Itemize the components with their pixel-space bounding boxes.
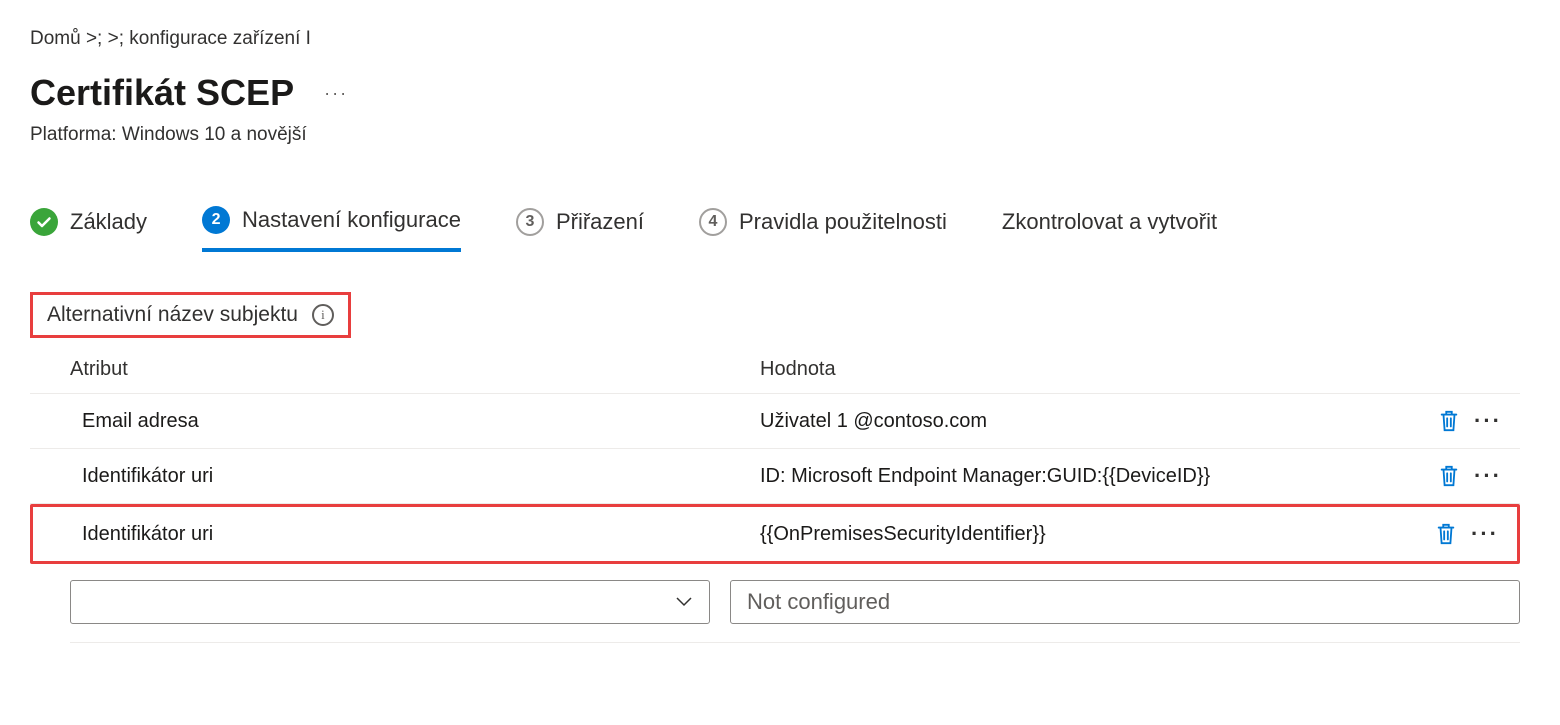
cell-attribute: Identifikátor uri [82, 523, 760, 546]
breadcrumb[interactable]: Domů >; >; konfigurace zařízení I [30, 28, 1530, 50]
step-number: 4 [699, 208, 727, 236]
step-applicability[interactable]: 4 Pravidla použitelnosti [699, 208, 947, 250]
table-header: Atribut Hodnota [30, 348, 1520, 394]
trash-icon[interactable] [1438, 463, 1460, 489]
trash-icon[interactable] [1438, 408, 1460, 434]
more-icon[interactable]: ··· [1471, 521, 1499, 547]
table-row: Email adresa Uživatel 1 @contoso.com ··· [30, 394, 1520, 449]
cell-value: ID: Microsoft Endpoint Manager:GUID:{{De… [760, 465, 1438, 488]
section-header-san: Alternativní název subjektu i [30, 292, 351, 338]
cell-attribute: Identifikátor uri [82, 465, 760, 488]
info-icon[interactable]: i [312, 304, 334, 326]
new-row [30, 580, 1520, 624]
page-title: Certifikát SCEP [30, 72, 294, 114]
platform-subtitle: Platforma: Windows 10 a novější [30, 124, 1530, 146]
col-header-value: Hodnota [760, 358, 1520, 381]
cell-value: {{OnPremisesSecurityIdentifier}} [760, 523, 1435, 546]
cell-value: Uživatel 1 @contoso.com [760, 410, 1438, 433]
check-icon [30, 208, 58, 236]
attribute-dropdown[interactable] [70, 580, 710, 624]
step-label: Nastavení konfigurace [242, 207, 461, 233]
table-row: Identifikátor uri ID: Microsoft Endpoint… [30, 449, 1520, 504]
step-label: Pravidla použitelnosti [739, 209, 947, 235]
step-configuration[interactable]: 2 Nastavení konfigurace [202, 206, 461, 252]
step-number: 3 [516, 208, 544, 236]
step-label: Základy [70, 209, 147, 235]
step-number: 2 [202, 206, 230, 234]
chevron-down-icon [675, 592, 693, 613]
san-table: Atribut Hodnota Email adresa Uživatel 1 … [30, 348, 1520, 643]
section-header-text: Alternativní název subjektu [47, 303, 298, 327]
more-icon[interactable]: ··· [1474, 463, 1502, 489]
divider [70, 642, 1520, 643]
cell-attribute: Email adresa [82, 410, 760, 433]
table-row: Identifikátor uri {{OnPremisesSecurityId… [30, 504, 1520, 564]
wizard-steps: Základy 2 Nastavení konfigurace 3 Přiřaz… [30, 206, 1530, 252]
step-label: Přiřazení [556, 209, 644, 235]
value-input[interactable] [730, 580, 1520, 624]
trash-icon[interactable] [1435, 521, 1457, 547]
more-icon[interactable]: ··· [324, 83, 348, 104]
step-basics[interactable]: Základy [30, 208, 147, 250]
step-label: Zkontrolovat a vytvořit [1002, 209, 1217, 235]
col-header-attribute: Atribut [70, 358, 760, 381]
step-review[interactable]: Zkontrolovat a vytvořit [1002, 209, 1217, 249]
step-assignments[interactable]: 3 Přiřazení [516, 208, 644, 250]
more-icon[interactable]: ··· [1474, 408, 1502, 434]
